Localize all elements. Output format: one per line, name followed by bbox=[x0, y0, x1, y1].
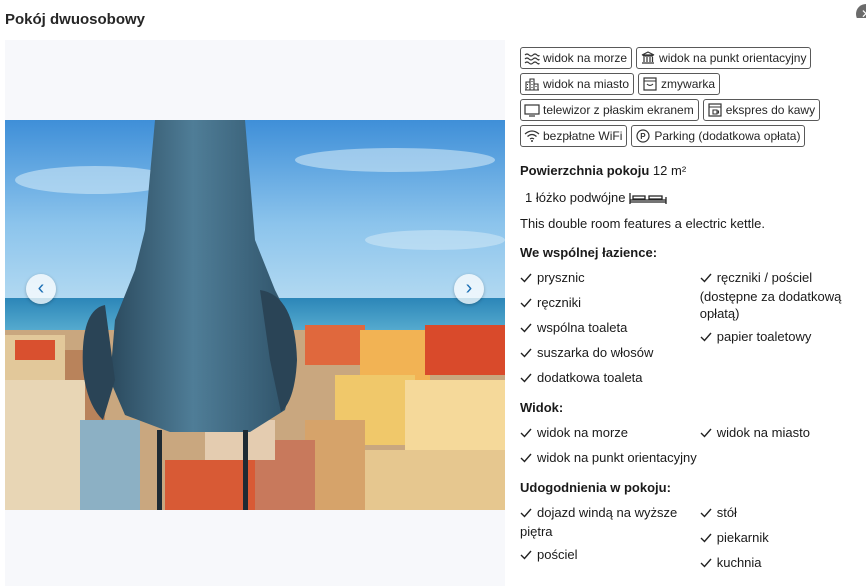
list-item: suszarka do włosów bbox=[520, 344, 700, 363]
list-item: prysznic bbox=[520, 269, 700, 288]
list-item: ręczniki / pościel (dostępne za dodatkow… bbox=[699, 269, 842, 321]
check-icon bbox=[700, 529, 713, 548]
amenities-heading: Udogodnienia w pokoju: bbox=[520, 480, 671, 495]
previous-photo-button[interactable]: ‹ bbox=[26, 274, 56, 304]
double-bed-icon bbox=[629, 192, 668, 204]
check-icon bbox=[700, 269, 713, 288]
landmark-icon bbox=[640, 51, 656, 65]
tv-icon bbox=[524, 103, 540, 117]
view-heading: Widok: bbox=[520, 400, 564, 415]
check-icon bbox=[520, 424, 533, 443]
check-icon bbox=[700, 424, 713, 443]
room-photo[interactable] bbox=[5, 120, 505, 510]
check-icon bbox=[520, 319, 533, 338]
room-description: This double room features a electric ket… bbox=[520, 216, 765, 231]
list-item: pościel bbox=[520, 546, 700, 565]
list-item: widok na miasto bbox=[700, 424, 860, 443]
check-icon bbox=[700, 328, 713, 347]
check-icon bbox=[520, 504, 533, 523]
check-icon bbox=[520, 294, 533, 313]
facility-chip: widok na punkt orientacyjny bbox=[636, 47, 812, 69]
facility-chip: ekspres do kawy bbox=[702, 99, 821, 121]
coffee-machine-icon bbox=[707, 103, 723, 117]
list-item: widok na punkt orientacyjny bbox=[520, 449, 700, 468]
check-icon bbox=[520, 344, 533, 363]
facility-chip: widok na miasto bbox=[520, 73, 635, 95]
sea-view-icon bbox=[524, 51, 540, 65]
list-item: piekarnik bbox=[700, 529, 860, 548]
svg-text:P: P bbox=[641, 132, 647, 141]
amenities-list: dojazd windą na wyższe piętra pościel st… bbox=[520, 504, 860, 579]
city-view-icon bbox=[524, 77, 540, 91]
facility-chip: telewizor z płaskim ekranem bbox=[520, 99, 699, 121]
list-item: dojazd windą na wyższe piętra bbox=[520, 504, 678, 539]
wifi-icon bbox=[524, 129, 540, 143]
close-icon[interactable]: ✕ bbox=[856, 4, 866, 18]
list-item: widok na morze bbox=[520, 424, 700, 443]
bathroom-heading: We wspólnej łazience: bbox=[520, 245, 658, 260]
parking-icon: P bbox=[635, 129, 651, 143]
check-icon bbox=[700, 554, 713, 573]
check-icon bbox=[520, 369, 533, 388]
bed-type: 1 łóżko podwójne bbox=[525, 190, 626, 205]
bed-info: 1 łóżko podwójne bbox=[525, 190, 860, 205]
facility-chips: widok na morze widok na punkt orientacyj… bbox=[520, 47, 860, 147]
list-item: wspólna toaleta bbox=[520, 319, 700, 338]
check-icon bbox=[700, 504, 713, 523]
page-title: Pokój dwuosobowy bbox=[5, 11, 146, 28]
room-size: Powierzchnia pokoju 12 m² bbox=[520, 163, 860, 178]
room-size-value: 12 m² bbox=[652, 163, 687, 178]
list-item: papier toaletowy bbox=[700, 328, 860, 347]
list-item: stół bbox=[700, 504, 860, 523]
next-photo-button[interactable]: › bbox=[454, 274, 484, 304]
check-icon bbox=[520, 269, 533, 288]
room-size-label: Powierzchnia pokoju bbox=[520, 163, 650, 178]
facility-chip: zmywarka bbox=[638, 73, 721, 95]
view-list: widok na morze widok na punkt orientacyj… bbox=[520, 424, 860, 474]
facility-chip: P Parking (dodatkowa opłata) bbox=[631, 125, 806, 147]
bathroom-list: prysznic ręczniki wspólna toaleta suszar… bbox=[520, 269, 860, 394]
check-icon bbox=[520, 449, 533, 468]
check-icon bbox=[520, 546, 533, 565]
room-details: widok na morze widok na punkt orientacyj… bbox=[520, 47, 860, 579]
list-item: ręczniki bbox=[520, 294, 700, 313]
list-item: dodatkowa toaleta bbox=[520, 369, 700, 388]
facility-chip: widok na morze bbox=[520, 47, 633, 69]
list-item: kuchnia bbox=[700, 554, 860, 573]
dishwasher-icon bbox=[642, 77, 658, 91]
photo-gallery: ‹ › bbox=[5, 40, 505, 586]
facility-chip: bezpłatne WiFi bbox=[520, 125, 628, 147]
